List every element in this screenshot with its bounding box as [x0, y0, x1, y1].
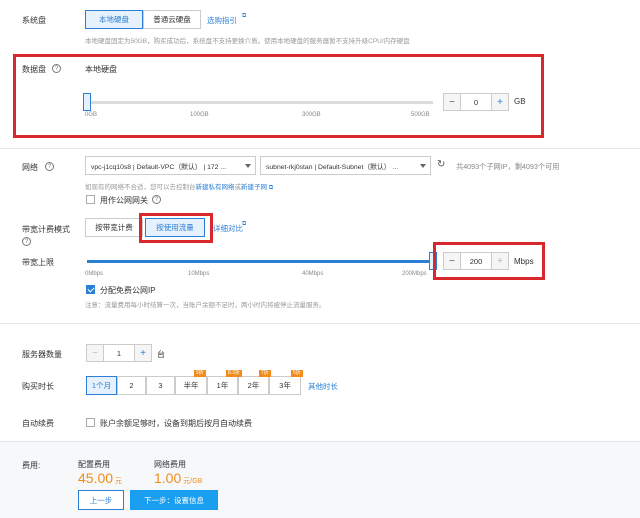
next-step-button[interactable]: 下一步：设置信息	[130, 490, 218, 510]
external-link-icon: ⧉	[242, 13, 247, 19]
billing-compare-link[interactable]: 详细对比	[213, 223, 243, 234]
external-link-icon: ⧉	[242, 221, 247, 227]
help-icon[interactable]: ?	[22, 237, 31, 246]
fee-label: 费用:	[22, 461, 41, 470]
section-divider	[0, 323, 640, 324]
bandwidth-mode-label: 带宽计费模式	[22, 225, 70, 234]
network-fee-unit: 元/GB	[183, 478, 203, 485]
system-disk-local-button[interactable]: 本地硬盘	[85, 10, 143, 29]
duration-option-3[interactable]: 3	[146, 376, 175, 395]
subnet-select-value: subnet-rkj0stan | Default-Subnet（默认） ...	[266, 163, 399, 171]
data-disk-tick: 300GB	[302, 112, 321, 118]
purchase-guide-link[interactable]: 选购指引	[207, 15, 237, 26]
discount-badge: 9折	[194, 370, 206, 377]
bill-by-bandwidth-button[interactable]: 按带宽计费	[85, 218, 143, 237]
chevron-down-icon	[420, 164, 426, 168]
server-count-increment-button[interactable]: +	[134, 344, 152, 362]
help-icon[interactable]: ?	[52, 64, 61, 73]
data-disk-increment-button[interactable]: +	[491, 93, 509, 111]
subnet-select[interactable]: subnet-rkj0stan | Default-Subnet（默认） ...	[260, 156, 431, 175]
discount-badge: 8.3折	[226, 370, 242, 377]
config-fee-unit: 元	[115, 478, 123, 485]
network-label: 网络	[22, 163, 38, 172]
subnet-ip-info: 共4093个子网IP，剩4093个可用	[456, 162, 560, 171]
auto-renew-text: 账户余额足够时，设备到期后按月自动续费	[100, 419, 252, 428]
gateway-label: 用作公网网关	[100, 196, 148, 205]
system-disk-cloud-button[interactable]: 普通云硬盘	[143, 10, 201, 29]
duration-option-half-year[interactable]: 半年	[175, 376, 207, 395]
system-disk-note: 本地硬盘固定为50GB，购买成功后，系统盘不支持更换介质。使用本地硬盘的服务器暂…	[85, 38, 410, 45]
data-disk-decrement-button[interactable]: −	[443, 93, 461, 111]
auto-renew-label: 自动续费	[22, 419, 54, 428]
bandwidth-increment-button[interactable]: +	[491, 252, 509, 270]
chevron-down-icon	[245, 164, 251, 168]
bandwidth-cap-label: 带宽上限	[22, 258, 54, 267]
duration-option-1-year[interactable]: 1年	[207, 376, 238, 395]
data-disk-label: 数据盘	[22, 65, 46, 74]
config-fee: 45.00 元	[78, 470, 122, 486]
bandwidth-tick: 0Mbps	[85, 271, 104, 277]
duration-option-2[interactable]: 2	[117, 376, 146, 395]
duration-option-3-year[interactable]: 3年	[269, 376, 301, 395]
bandwidth-unit: Mbps	[514, 257, 534, 266]
network-fee-label: 网络费用	[154, 460, 186, 469]
bandwidth-value-input[interactable]: 200	[461, 252, 491, 270]
refresh-icon[interactable]: ↻	[437, 159, 445, 170]
traffic-billing-note: 注意：流量费用每小时结算一次，当账户余额不足时，两小时内将被停止流量服务。	[85, 302, 326, 309]
duration-option-1-month[interactable]: 1个月	[86, 376, 117, 395]
auto-renew-checkbox[interactable]	[86, 418, 95, 427]
free-public-ip-label: 分配免费公网IP	[100, 286, 156, 295]
vpc-select-value: vpc-j1cq10s8 | Default-VPC（默认） | 172 ...	[91, 163, 226, 171]
data-disk-tick: 500GB	[411, 112, 430, 118]
bandwidth-slider-fill	[87, 260, 433, 263]
bill-by-traffic-button[interactable]: 按使用流量	[145, 218, 205, 237]
bandwidth-tick: 40Mbps	[302, 271, 324, 277]
new-subnet-link[interactable]: 新建子网	[241, 184, 267, 191]
help-icon[interactable]: ?	[45, 162, 54, 171]
discount-badge: 5折	[291, 370, 303, 377]
system-disk-label: 系统盘	[22, 16, 46, 25]
config-fee-label: 配置费用	[78, 460, 110, 469]
free-public-ip-checkbox[interactable]	[86, 285, 95, 294]
duration-option-2-year[interactable]: 2年	[238, 376, 269, 395]
data-disk-unit: GB	[514, 97, 526, 106]
data-disk-size-input[interactable]: 0	[461, 93, 491, 111]
server-count-label: 服务器数量	[22, 350, 62, 359]
data-disk-type-label: 本地硬盘	[85, 65, 117, 74]
config-fee-value: 45.00	[78, 470, 114, 486]
network-fee-value: 1.00	[154, 470, 182, 486]
data-disk-slider-handle[interactable]	[83, 93, 91, 111]
data-disk-slider-track[interactable]	[87, 101, 433, 104]
server-count-unit: 台	[157, 350, 165, 359]
section-divider	[0, 148, 640, 149]
server-count-input[interactable]: 1	[104, 344, 134, 362]
data-disk-tick: 0GB	[85, 112, 98, 118]
network-note-text: 如现有的网络不合适，您可以去控制台	[85, 184, 196, 191]
gateway-checkbox[interactable]	[86, 195, 95, 204]
vpc-select[interactable]: vpc-j1cq10s8 | Default-VPC（默认） | 172 ...	[85, 156, 256, 175]
bandwidth-tick: 200Mbps	[402, 271, 427, 277]
purchase-duration-label: 购买时长	[22, 382, 54, 391]
network-fee: 1.00 元/GB	[154, 470, 202, 486]
help-icon[interactable]: ?	[152, 195, 161, 204]
other-duration-link[interactable]: 其他时长	[308, 381, 338, 392]
network-note: 如现有的网络不合适，您可以去控制台新建私有网络或新建子网 ⧉	[85, 181, 273, 192]
prev-step-button[interactable]: 上一步	[78, 490, 124, 510]
discount-badge: 7折	[259, 370, 271, 377]
bandwidth-decrement-button[interactable]: −	[443, 252, 461, 270]
data-disk-tick: 100GB	[190, 112, 209, 118]
bandwidth-tick: 10Mbps	[188, 271, 210, 277]
new-vpc-link[interactable]: 新建私有网络	[196, 184, 235, 191]
external-link-icon: ⧉	[268, 185, 274, 191]
server-count-decrement-button[interactable]: −	[86, 344, 104, 362]
